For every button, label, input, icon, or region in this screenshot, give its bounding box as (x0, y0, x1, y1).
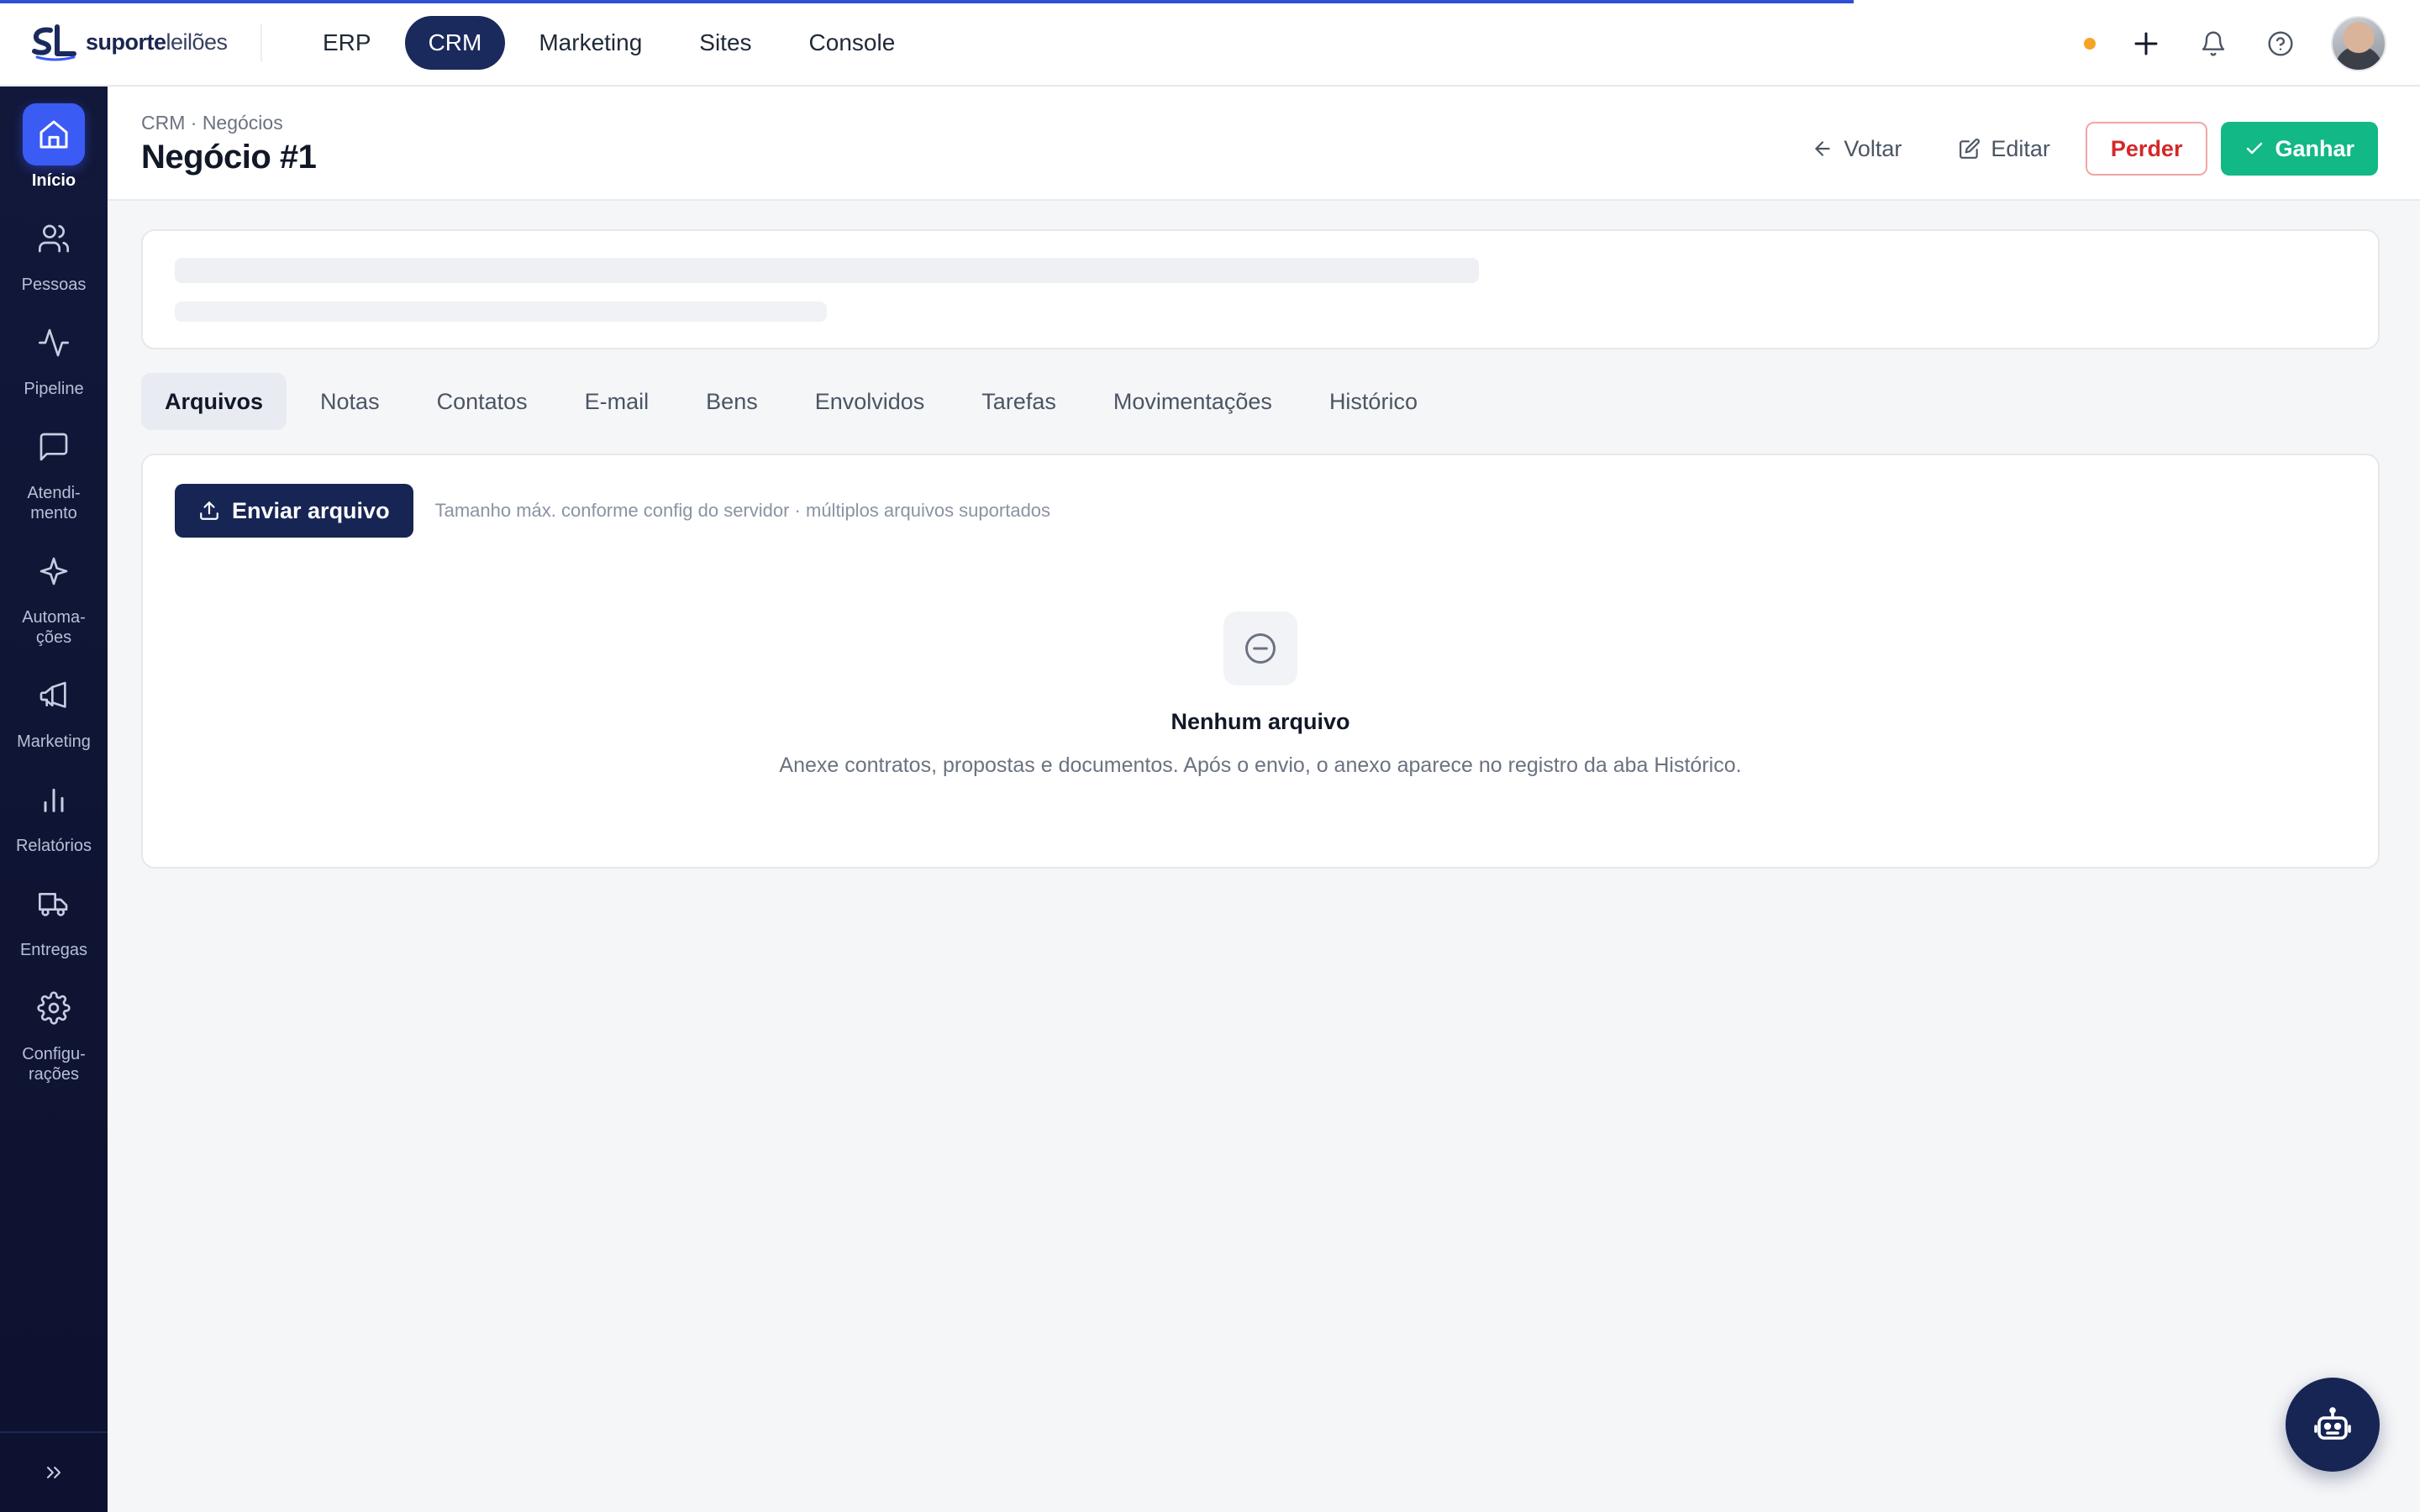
sidebar-item-atendimento[interactable]: Atendi- mento (0, 399, 108, 523)
tab-bens[interactable]: Bens (682, 373, 781, 430)
topnav-crm[interactable]: CRM (404, 15, 506, 70)
tab-contatos[interactable]: Contatos (413, 373, 551, 430)
tab-envolvidos[interactable]: Envolvidos (792, 373, 949, 430)
activity-icon (23, 312, 85, 374)
tab-movimentacoes[interactable]: Movimentações (1090, 373, 1296, 430)
files-panel: Enviar arquivo Tamanho máx. conforme con… (141, 454, 2380, 869)
sidebar-item-label: Atendi- mento (27, 484, 81, 522)
sidebar-item-label: Entregas (19, 941, 88, 959)
sidebar-item-pessoas[interactable]: Pessoas (0, 191, 108, 295)
sidebar: Início Pessoas Pipeline Atendi- mento Au… (0, 87, 108, 1512)
sidebar-item-configuracoes[interactable]: Configu- rações (0, 960, 108, 1084)
sidebar-item-label: Pessoas (21, 276, 87, 294)
back-button-label: Voltar (1844, 135, 1902, 161)
chevrons-right-icon (42, 1461, 66, 1484)
lose-button[interactable]: Perder (2085, 122, 2208, 176)
tab-arquivos[interactable]: Arquivos (141, 373, 287, 430)
upload-file-button[interactable]: Enviar arquivo (175, 484, 413, 538)
minus-circle-icon (1223, 612, 1297, 685)
empty-state-title: Nenhum arquivo (1171, 709, 1350, 734)
tab-historico[interactable]: Histórico (1306, 373, 1441, 430)
upload-icon (198, 500, 220, 522)
sidebar-item-pipeline[interactable]: Pipeline (0, 295, 108, 399)
bell-icon[interactable] (2196, 27, 2230, 60)
win-button[interactable]: Ganhar (2221, 122, 2378, 176)
brand-name-bold: suporte (86, 29, 166, 55)
tab-email[interactable]: E-mail (561, 373, 673, 430)
sparkle-icon (23, 540, 85, 602)
truck-icon (23, 873, 85, 935)
header-actions (2084, 0, 2386, 87)
deal-summary-skeleton (141, 229, 2380, 349)
sidebar-item-automacoes[interactable]: Automa- ções (0, 523, 108, 648)
bot-icon (2312, 1404, 2353, 1445)
loading-progress-bar (0, 0, 1854, 3)
user-avatar[interactable] (2331, 15, 2386, 71)
upload-file-button-label: Enviar arquivo (232, 497, 390, 523)
gear-icon (23, 977, 85, 1039)
help-icon[interactable] (2264, 27, 2297, 60)
upload-hint: Tamanho máx. conforme config do servidor… (434, 500, 1051, 521)
edit-button-label: Editar (1991, 135, 2050, 161)
sidebar-item-label: Configu- rações (22, 1045, 86, 1084)
sidebar-item-label: Automa- ções (22, 608, 86, 647)
page-title: Negócio #1 (141, 139, 317, 176)
sidebar-item-label: Início (31, 171, 76, 190)
deal-tabs: Arquivos Notas Contatos E-mail Bens Envo… (141, 373, 1441, 430)
sidebar-item-label: Marketing (17, 732, 91, 751)
empty-state-description: Anexe contratos, propostas e documentos.… (779, 753, 1742, 777)
chat-icon (23, 416, 85, 478)
top-header: suporteleilões ERP CRM Marketing Sites C… (0, 0, 2420, 87)
sidebar-item-label: Relatórios (15, 837, 92, 855)
win-button-label: Ganhar (2275, 135, 2354, 161)
upload-row: Enviar arquivo Tamanho máx. conforme con… (175, 484, 1050, 538)
sidebar-item-label: Pipeline (24, 380, 84, 398)
megaphone-icon (23, 664, 85, 727)
topnav-console[interactable]: Console (786, 16, 919, 70)
topnav-erp[interactable]: ERP (299, 16, 395, 70)
brand-logo[interactable]: suporteleilões (0, 24, 262, 61)
check-icon (2244, 139, 2265, 159)
sl-logo-icon (32, 24, 77, 62)
sidebar-item-marketing[interactable]: Marketing (0, 648, 108, 752)
skeleton-line (175, 302, 827, 322)
skeleton-line (175, 258, 1479, 283)
topnav-marketing[interactable]: Marketing (515, 16, 666, 70)
sidebar-item-entregas[interactable]: Entregas (0, 856, 108, 960)
sidebar-item-inicio[interactable]: Início (0, 87, 108, 191)
assistant-bot-button[interactable] (2286, 1378, 2380, 1472)
breadcrumb[interactable]: CRM · Negócios (141, 112, 283, 134)
deal-actions: Voltar Editar Perder Ganhar (1790, 122, 2378, 176)
bar-chart-icon (23, 769, 85, 831)
users-icon (23, 207, 85, 270)
empty-state: Nenhum arquivo Anexe contratos, proposta… (143, 612, 2378, 778)
arrow-left-icon (1812, 138, 1833, 160)
brand-name-light: leilões (166, 29, 229, 55)
home-icon (23, 103, 85, 165)
module-nav: ERP CRM Marketing Sites Console (299, 15, 919, 70)
page-header: CRM · Negócios Negócio #1 Voltar Editar … (108, 87, 2420, 201)
tab-tarefas[interactable]: Tarefas (958, 373, 1080, 430)
plus-icon[interactable] (2129, 27, 2163, 60)
back-button[interactable]: Voltar (1790, 123, 1923, 175)
edit-icon (1959, 138, 1981, 160)
tab-notas[interactable]: Notas (297, 373, 403, 430)
edit-button[interactable]: Editar (1937, 123, 2072, 175)
sidebar-item-relatorios[interactable]: Relatórios (0, 752, 108, 856)
topnav-sites[interactable]: Sites (676, 16, 775, 70)
status-indicator (2084, 37, 2096, 50)
sidebar-expand-button[interactable] (0, 1431, 108, 1512)
